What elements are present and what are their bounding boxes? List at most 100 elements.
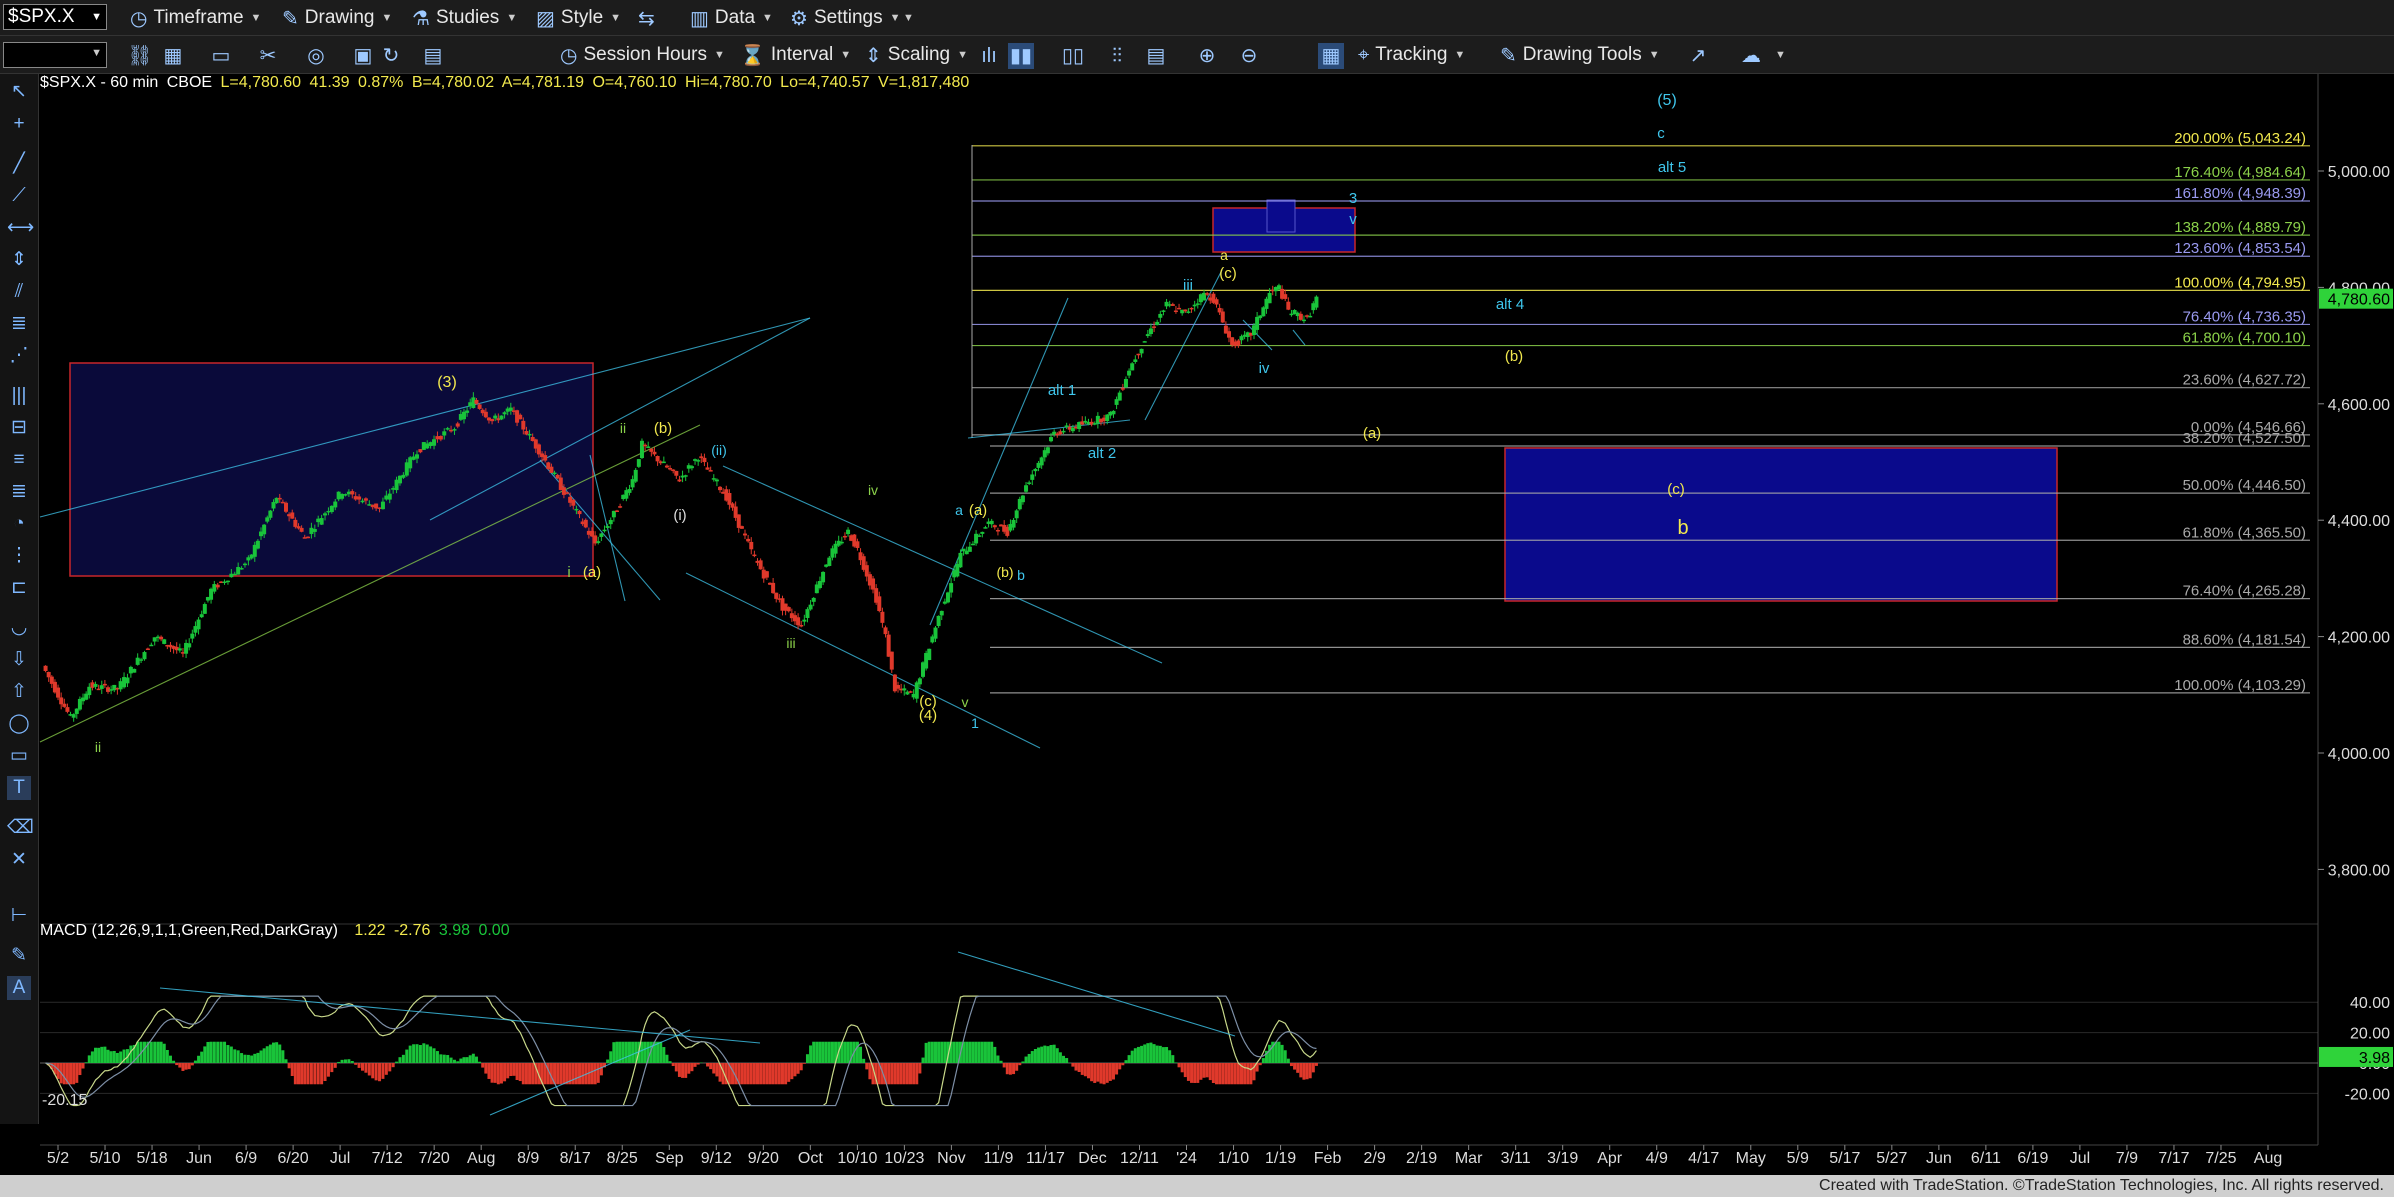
candle-body [739, 526, 744, 529]
candle-body [435, 436, 440, 440]
candle-body [1111, 410, 1116, 415]
candle-body [465, 410, 470, 413]
wave-label: (4) [919, 707, 937, 724]
candle-body [527, 433, 532, 436]
wave-label: alt 4 [1496, 296, 1524, 313]
candle-body [1130, 363, 1135, 371]
date-tick-label: 7/17 [2158, 1150, 2189, 1167]
date-tick-label: 5/17 [1829, 1150, 1860, 1167]
candle-body [989, 520, 994, 525]
candle-body [977, 535, 982, 537]
date-tick-label: 5/2 [47, 1150, 69, 1167]
candle-body [219, 581, 224, 584]
candle-body [87, 686, 92, 696]
candle-body [319, 518, 324, 525]
date-tick-label: 1/19 [1265, 1150, 1296, 1167]
candle-body [668, 468, 673, 470]
candle-body [159, 636, 164, 640]
date-tick-label: 7/9 [2116, 1150, 2138, 1167]
date-tick-label: 9/20 [748, 1150, 779, 1167]
wave-label: (b) [654, 420, 672, 437]
wave-label: (ii) [711, 442, 727, 458]
candle-body [401, 474, 406, 478]
candle-body [805, 609, 810, 618]
price-chart[interactable]: 200.00% (5,043.24)176.40% (4,984.64)161.… [0, 0, 2394, 1175]
candle-body [933, 627, 938, 639]
candle-body [374, 503, 379, 509]
wave-label: c [1657, 125, 1665, 142]
candle-body [1148, 328, 1153, 334]
candle-body [1186, 311, 1191, 313]
candle-body [702, 457, 707, 463]
candle-body [855, 541, 860, 548]
date-tick-label: Jun [1926, 1150, 1952, 1167]
date-tick-label: 5/18 [136, 1150, 167, 1167]
candle-body [346, 491, 351, 495]
chart-header: $SPX.X - 60 min CBOE L=4,780.60 41.39 0.… [40, 74, 973, 92]
candle-body [811, 597, 816, 602]
candle-body [432, 439, 437, 446]
candle-body [397, 475, 402, 484]
candle-body [1170, 304, 1175, 306]
header-high: Hi=4,780.70 [684, 74, 772, 91]
candle-body [643, 444, 648, 447]
candle-body [871, 578, 876, 590]
candle-body [199, 614, 204, 618]
candle-body [367, 504, 372, 506]
candle-body [215, 584, 220, 588]
date-tick-label: Aug [2254, 1150, 2282, 1167]
candle-body [1314, 296, 1319, 308]
date-tick-label: 4/17 [1688, 1150, 1719, 1167]
candle-body [236, 567, 241, 575]
candle-body [71, 714, 76, 718]
candle-body [827, 557, 832, 566]
candle-body [583, 519, 588, 528]
candle-body [477, 404, 482, 409]
candle-body [574, 508, 579, 511]
wave-label: ii [620, 420, 626, 436]
wave-label: (5) [1657, 92, 1677, 109]
date-tick-label: 11/17 [1026, 1150, 1065, 1167]
candle-body [1039, 457, 1044, 466]
date-tick-label: 7/20 [419, 1150, 450, 1167]
candle-body [1255, 316, 1260, 330]
candle-body [56, 687, 61, 698]
date-tick-label: Feb [1314, 1150, 1342, 1167]
price-tick-label: 5,000.00 [2328, 164, 2390, 181]
fib-label: 50.00% (4,446.50) [2183, 477, 2306, 494]
macd-last-label: 3.98 [2359, 1050, 2390, 1067]
candle-body [452, 429, 457, 431]
candle-body [677, 479, 682, 482]
wave-label: i [567, 564, 570, 581]
candle-body [377, 507, 382, 509]
header-change: 41.39 [309, 74, 350, 91]
candle-body [187, 643, 192, 648]
wave-label: (a) [1363, 425, 1381, 442]
date-tick-label: Nov [937, 1150, 965, 1167]
candle-body [711, 478, 716, 480]
date-tick-label: Apr [1597, 1150, 1623, 1167]
date-tick-label: 5/27 [1876, 1150, 1907, 1167]
candle-body [394, 479, 399, 491]
candle-body [190, 633, 195, 639]
candle-body [1183, 309, 1188, 312]
candle-body [1152, 326, 1157, 328]
candle-body [408, 457, 413, 469]
candle-body [293, 519, 298, 527]
candle-body [1145, 334, 1150, 337]
wave-label: ii [95, 739, 101, 755]
date-tick-label: 5/10 [89, 1150, 120, 1167]
candle-body [1117, 392, 1122, 401]
fib-label: 100.00% (4,103.29) [2174, 677, 2306, 694]
candle-body [132, 668, 137, 673]
header-bid: B=4,780.02 [411, 74, 495, 91]
candle-body [565, 492, 570, 494]
target-box-b [1504, 447, 2058, 602]
candle-body [202, 604, 207, 614]
fib-label: 38.20% (4,527.50) [2183, 430, 2306, 447]
date-tick-label: 2/9 [1363, 1150, 1385, 1167]
candle-body [927, 648, 932, 661]
candle-body [1286, 301, 1291, 310]
candle-body [917, 678, 922, 685]
candle-body [387, 493, 392, 500]
